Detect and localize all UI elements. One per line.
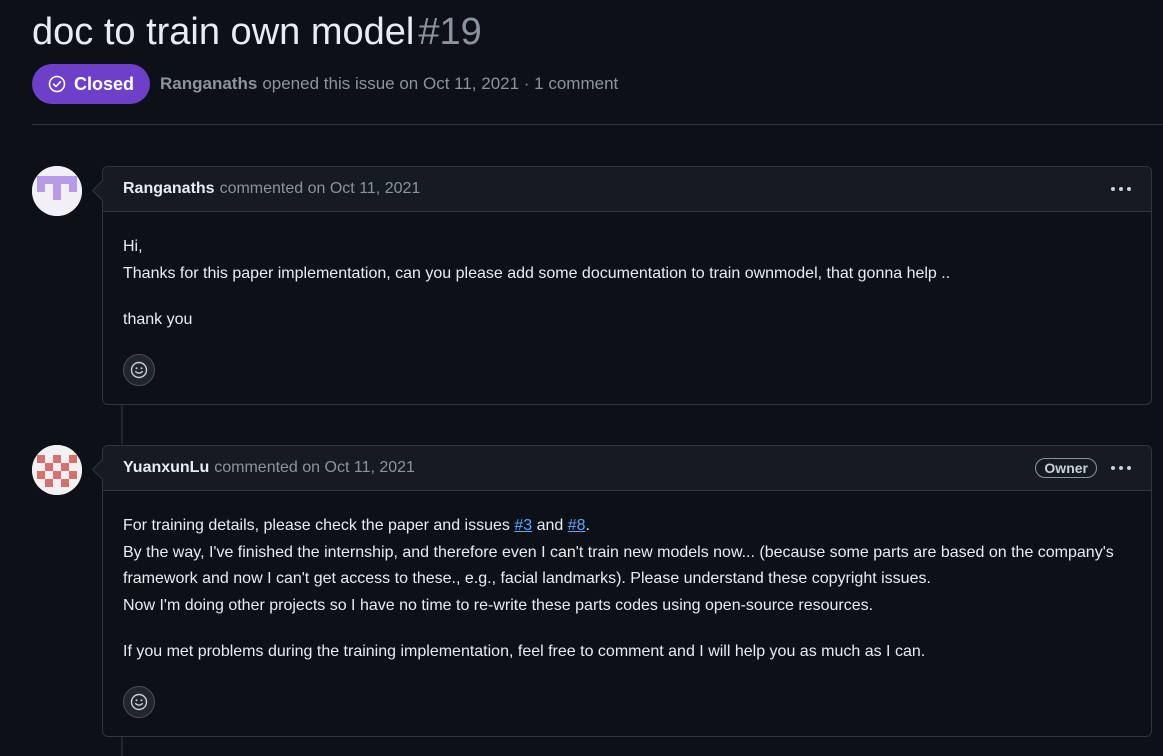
comment-author-link[interactable]: Ranganaths bbox=[123, 180, 215, 198]
issue-link[interactable]: #8 bbox=[568, 517, 586, 534]
comment-text: For training details, please check the p… bbox=[123, 517, 515, 534]
add-reaction-button[interactable] bbox=[123, 685, 155, 718]
smiley-icon bbox=[130, 693, 148, 710]
issue-number: #19 bbox=[418, 11, 482, 53]
kebab-icon[interactable] bbox=[1111, 466, 1131, 470]
header-divider bbox=[32, 124, 1163, 125]
issue-link[interactable]: #3 bbox=[514, 517, 532, 534]
comment-line: Thanks for this paper implementation, ca… bbox=[123, 264, 951, 282]
issue-title: doc to train own model #19 bbox=[32, 8, 482, 56]
comment-box: Ranganaths commented on Oct 11, 2021 Hi,… bbox=[102, 166, 1152, 405]
avatar[interactable] bbox=[32, 445, 82, 495]
comment-header: Ranganaths commented on Oct 11, 2021 bbox=[103, 167, 1151, 212]
comment-box: YuanxunLu commented on Oct 11, 2021 Owne… bbox=[102, 445, 1152, 737]
state-label: Closed bbox=[74, 73, 135, 94]
comment-text: . bbox=[585, 517, 590, 534]
comment-line: thank you bbox=[123, 311, 193, 328]
kebab-icon[interactable] bbox=[1111, 187, 1131, 191]
add-reaction-button[interactable] bbox=[123, 353, 155, 386]
comment-text: and bbox=[532, 517, 568, 534]
comment-author-link[interactable]: YuanxunLu bbox=[123, 459, 209, 477]
comment-timestamp[interactable]: commented on Oct 11, 2021 bbox=[214, 459, 415, 477]
comment-header: YuanxunLu commented on Oct 11, 2021 Owne… bbox=[103, 446, 1151, 491]
issue-meta: Closed Ranganaths opened this issue on O… bbox=[32, 64, 618, 104]
comment-body: Hi, Thanks for this paper implementation… bbox=[103, 212, 1151, 402]
issue-author-link[interactable]: Ranganaths bbox=[160, 74, 257, 94]
smiley-icon bbox=[130, 361, 148, 378]
comment-body: For training details, please check the p… bbox=[103, 491, 1151, 734]
state-badge: Closed bbox=[32, 64, 151, 104]
comment-paragraph: For training details, please check the p… bbox=[123, 513, 1131, 619]
timeline-connector bbox=[121, 736, 123, 756]
owner-badge: Owner bbox=[1035, 458, 1097, 478]
comment-text: Now I'm doing other projects so I have n… bbox=[123, 596, 874, 614]
avatar[interactable] bbox=[32, 166, 82, 216]
issue-title-text: doc to train own model bbox=[32, 11, 415, 53]
comment-text: By the way, I've finished the internship… bbox=[123, 543, 1114, 588]
comment-paragraph: If you met problems during the training … bbox=[123, 643, 926, 660]
issue-opened-text: opened this issue on Oct 11, 2021 · 1 co… bbox=[262, 74, 619, 93]
closed-circle-icon bbox=[48, 75, 66, 93]
comment-line: Hi, bbox=[123, 238, 143, 255]
timeline-connector bbox=[121, 404, 123, 444]
comment-timestamp[interactable]: commented on Oct 11, 2021 bbox=[220, 180, 421, 198]
